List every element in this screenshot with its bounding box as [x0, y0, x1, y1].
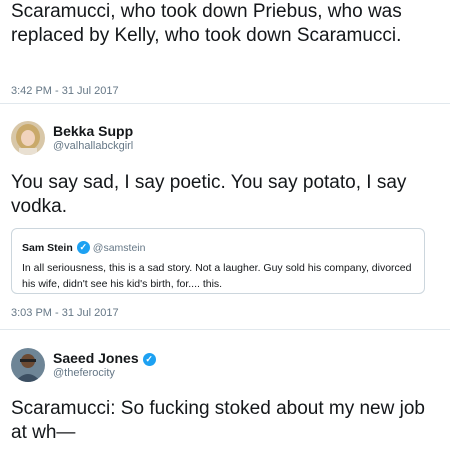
tweet-saeed-text: Scaramucci: So fucking stoked about my n… — [11, 398, 425, 443]
verified-badge-icon: ✓ — [142, 353, 156, 366]
tweet-bekka-text: You say sad, I say poetic. You say potat… — [11, 172, 407, 217]
tweet-top-timestamp[interactable]: 3:42 PM - 31 Jul 2017 — [11, 85, 119, 97]
author-name[interactable]: Bekka Supp — [53, 123, 133, 139]
tweet-bekka-timestamp[interactable]: 3:03 PM - 31 Jul 2017 — [11, 307, 119, 319]
quoted-author-handle: @samstein — [92, 242, 146, 254]
quoted-tweet[interactable]: Sam Stein ✓ @samstein In all seriousness, … — [11, 228, 425, 294]
author-name-text: Saeed Jones — [53, 350, 139, 366]
avatar[interactable] — [11, 121, 45, 155]
verified-badge-icon: ✓ — [76, 241, 90, 254]
author-handle[interactable]: @theferocity — [53, 367, 115, 379]
author-name[interactable]: Saeed Jones ✓ — [53, 350, 156, 366]
tweet-top-text: Scaramucci, who took down Priebus, who w… — [11, 1, 402, 46]
quoted-author-name: Sam Stein — [22, 242, 73, 254]
author-handle[interactable]: @valhallabckgirl — [53, 140, 133, 152]
tweet-divider — [0, 329, 450, 330]
avatar[interactable] — [11, 348, 45, 382]
quoted-tweet-text: In all seriousness, this is a sad story.… — [22, 262, 412, 290]
tweet-divider — [0, 103, 450, 104]
